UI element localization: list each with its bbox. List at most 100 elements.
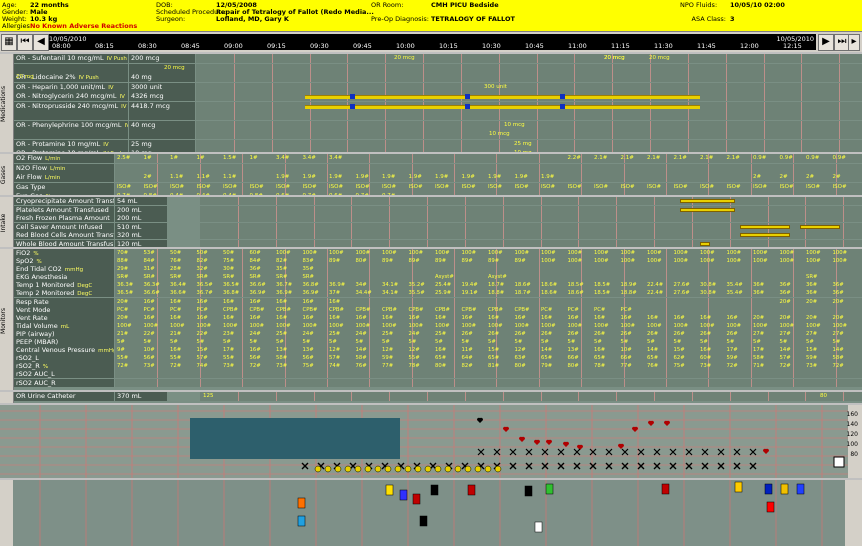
- intake-row[interactable]: Cell Saver Amount Infused 510 mL: [14, 222, 862, 232]
- bp-marker[interactable]: [685, 448, 693, 456]
- infusion-rate-marker[interactable]: [560, 103, 565, 109]
- monitor-row[interactable]: End Tidal CO2 mmHg 29# 31# 28# 32# 30# 36# 35# 35…: [14, 265, 862, 274]
- monitor-timeline[interactable]: [115, 378, 862, 387]
- bp-marker[interactable]: [669, 448, 677, 456]
- monitor-row[interactable]: rSO2_L 55# 56# 55# 57# 55# 56# 58# 56# 57# 58# 59# 5…: [14, 354, 862, 363]
- monitor-row[interactable]: PIP (airway) 21# 22# 21# 22# 23# 24# 25# 24# 25# 2…: [14, 329, 862, 338]
- bp-marker[interactable]: [589, 448, 597, 456]
- medication-timeline[interactable]: 300 unit: [196, 82, 862, 92]
- bp-marker[interactable]: [477, 448, 485, 456]
- bp-marker[interactable]: [557, 462, 565, 470]
- monitor-row[interactable]: PEEP (MBAR) 5# 5# 5# 5# 5# 5# 5# 5# 5# 5# 5# 5# 5# 5# 5…: [14, 338, 862, 347]
- gas-row[interactable]: O2 Flow L/min 2.5# 1# 1# 1# 1.5# 1# 3.4# 3.4# 3.4#…: [14, 154, 862, 164]
- bp-marker[interactable]: [621, 448, 629, 456]
- bp-marker[interactable]: [621, 462, 629, 470]
- medications-tab[interactable]: Medications: [0, 54, 14, 154]
- monitor-row[interactable]: Vent Mode PC# PC# PC# PC# CPB# CPB# CPB# CPB# CPB…: [14, 305, 862, 314]
- spo2-marker[interactable]: [484, 465, 492, 473]
- medication-row[interactable]: OR - Protamine 10 mg/mL IV 25 mg 25 mg: [14, 139, 862, 150]
- monitor-timeline[interactable]: 100# 100# 100# 100# 100# 100# 100# 100# 100# 100#…: [115, 321, 862, 330]
- traffic-light-icon[interactable]: [734, 481, 743, 493]
- medication-timeline[interactable]: [196, 101, 862, 111]
- gas-timeline[interactable]: 2# 1.1# 1.1# 1.1# 1.9# 1.9# 1.9# 1.9# 1.9# 1.9# 1.…: [115, 173, 862, 182]
- bp-marker[interactable]: [525, 448, 533, 456]
- heart-rate-marker[interactable]: [476, 417, 484, 423]
- monitor-row[interactable]: Vent Rate 20# 16# 16# 16# 16# 16# 16# 16# 16# 16# 1…: [14, 313, 862, 322]
- monitor-timeline[interactable]: 88# 84# 76# 82# 75# 84# 82# 83# 89# 80# 89# 89# 89# 8…: [115, 257, 862, 266]
- monitors-tab[interactable]: Monitors: [0, 249, 14, 392]
- monitor-row[interactable]: rSO2 AUC_L: [14, 370, 862, 379]
- infusion-rate-marker[interactable]: [465, 103, 470, 109]
- events-tab[interactable]: [0, 480, 13, 546]
- bp-marker[interactable]: [733, 448, 741, 456]
- heart-rate-marker[interactable]: [647, 420, 655, 426]
- monitor-timeline[interactable]: PC# PC# PC# PC# CPB# CPB# CPB# CPB# CPB# CPB# CPB#…: [115, 305, 862, 314]
- bp-marker[interactable]: [525, 462, 533, 470]
- monitor-row[interactable]: SpO2% 88# 84# 76# 82# 75# 84# 82# 83# 89# 80# 89# 89…: [14, 257, 862, 266]
- medication-row[interactable]: 10 mcg: [14, 130, 862, 140]
- alert-icon[interactable]: [297, 497, 306, 509]
- output-mark[interactable]: 125: [203, 392, 214, 401]
- spo2-marker[interactable]: [354, 465, 362, 473]
- bp-marker[interactable]: [749, 462, 757, 470]
- tube-icon[interactable]: [467, 484, 476, 496]
- medication-timeline[interactable]: [196, 92, 862, 101]
- medication-timeline[interactable]: 20 mg: [16, 73, 862, 82]
- monitor-row[interactable]: rSO2_R% 72# 73# 72# 74# 73# 72# 73# 75# 74# 76# 77#…: [14, 362, 862, 371]
- intake-row[interactable]: Cryoprecipitate Amount Transf 54 mL: [14, 197, 862, 206]
- bp-marker[interactable]: [701, 448, 709, 456]
- intake-bar[interactable]: [740, 233, 790, 237]
- infusion-rate-marker[interactable]: [465, 94, 470, 99]
- intake-tab[interactable]: Intake: [0, 197, 14, 249]
- spo2-marker[interactable]: [464, 465, 472, 473]
- intake-bar[interactable]: [740, 224, 790, 229]
- bp-marker[interactable]: [301, 462, 309, 470]
- heart-rate-marker[interactable]: [545, 439, 553, 445]
- bp-marker[interactable]: [749, 448, 757, 456]
- spo2-marker[interactable]: [474, 465, 482, 473]
- monitor-row[interactable]: FiO2% 70# 53# 50# 50# 50# 60# 100# 100# 100# 100# 1…: [14, 249, 862, 257]
- spo2-marker[interactable]: [414, 465, 422, 473]
- intake-timeline[interactable]: [200, 197, 862, 205]
- medication-row[interactable]: OR - Sufentanil 10 mcg/mL IV Push 200 mcg 2…: [14, 54, 862, 64]
- bp-marker[interactable]: [589, 462, 597, 470]
- gas-row[interactable]: N2O Flow L/min: [14, 163, 862, 174]
- medication-timeline[interactable]: 10 mcg: [196, 130, 862, 139]
- output-timeline[interactable]: 125 80: [200, 392, 862, 401]
- infusion-rate-marker[interactable]: [350, 94, 355, 99]
- output-mark[interactable]: 80: [820, 392, 827, 401]
- spo2-marker[interactable]: [324, 465, 332, 473]
- warning-icon[interactable]: [780, 483, 789, 495]
- person-icon[interactable]: [796, 483, 805, 495]
- monitor-row[interactable]: Temp 1 Monitored DegC 36.3# 36.3# 36.4# 36.5#…: [14, 281, 862, 290]
- bp-marker[interactable]: [557, 448, 565, 456]
- medication-row[interactable]: OR - Nitroprusside 240 mcg/mL IV 4418.7 mc…: [14, 101, 862, 112]
- bed-icon[interactable]: [524, 485, 533, 497]
- arrow-left-icon[interactable]: ◀: [33, 34, 49, 51]
- spo2-marker[interactable]: [494, 465, 502, 473]
- bp-marker[interactable]: [637, 462, 645, 470]
- spo2-marker[interactable]: [444, 465, 452, 473]
- bp-marker[interactable]: [685, 462, 693, 470]
- monitor-timeline[interactable]: SR# SR# SR# SR# SR# SR# SR# SR# Asyst# Asyst# SR#: [115, 273, 862, 282]
- dose-marker[interactable]: 20 mg: [16, 73, 34, 82]
- spo2-marker[interactable]: [454, 465, 462, 473]
- arrow-right-icon[interactable]: ▶: [818, 34, 834, 51]
- spo2-marker[interactable]: [404, 465, 412, 473]
- medication-timeline[interactable]: 10 mcg: [196, 120, 862, 130]
- medication-timeline[interactable]: [196, 111, 862, 120]
- events-scrollbar[interactable]: [845, 480, 862, 546]
- bp-marker[interactable]: [733, 462, 741, 470]
- monitor-timeline[interactable]: 72# 73# 72# 74# 73# 72# 73# 75# 74# 76# 77# 78# 80# 8…: [115, 362, 862, 371]
- gas-timeline[interactable]: ISO# ISO# ISO# ISO# ISO# ISO# ISO# ISO# ISO# ISO#…: [115, 182, 862, 192]
- bp-marker[interactable]: [541, 448, 549, 456]
- heart-rate-marker[interactable]: [562, 441, 570, 447]
- intake-bar[interactable]: [680, 207, 735, 212]
- monitor-timeline[interactable]: 5# 5# 5# 5# 5# 5# 5# 5# 5# 5# 5# 5# 5# 5# 5# 5# 5# 5# 5# 5#…: [115, 338, 862, 347]
- spo2-marker[interactable]: [344, 465, 352, 473]
- medication-row[interactable]: [14, 111, 862, 121]
- spo2-marker[interactable]: [374, 465, 382, 473]
- monitor-timeline[interactable]: 36.3# 36.3# 36.4# 36.5# 36.5# 36.6# 36.7# 36.8#…: [115, 281, 862, 290]
- output-row[interactable]: OR Urine Catheter 370 mL 125 80: [14, 392, 862, 402]
- dose-marker[interactable]: 20 mcg: [604, 54, 625, 63]
